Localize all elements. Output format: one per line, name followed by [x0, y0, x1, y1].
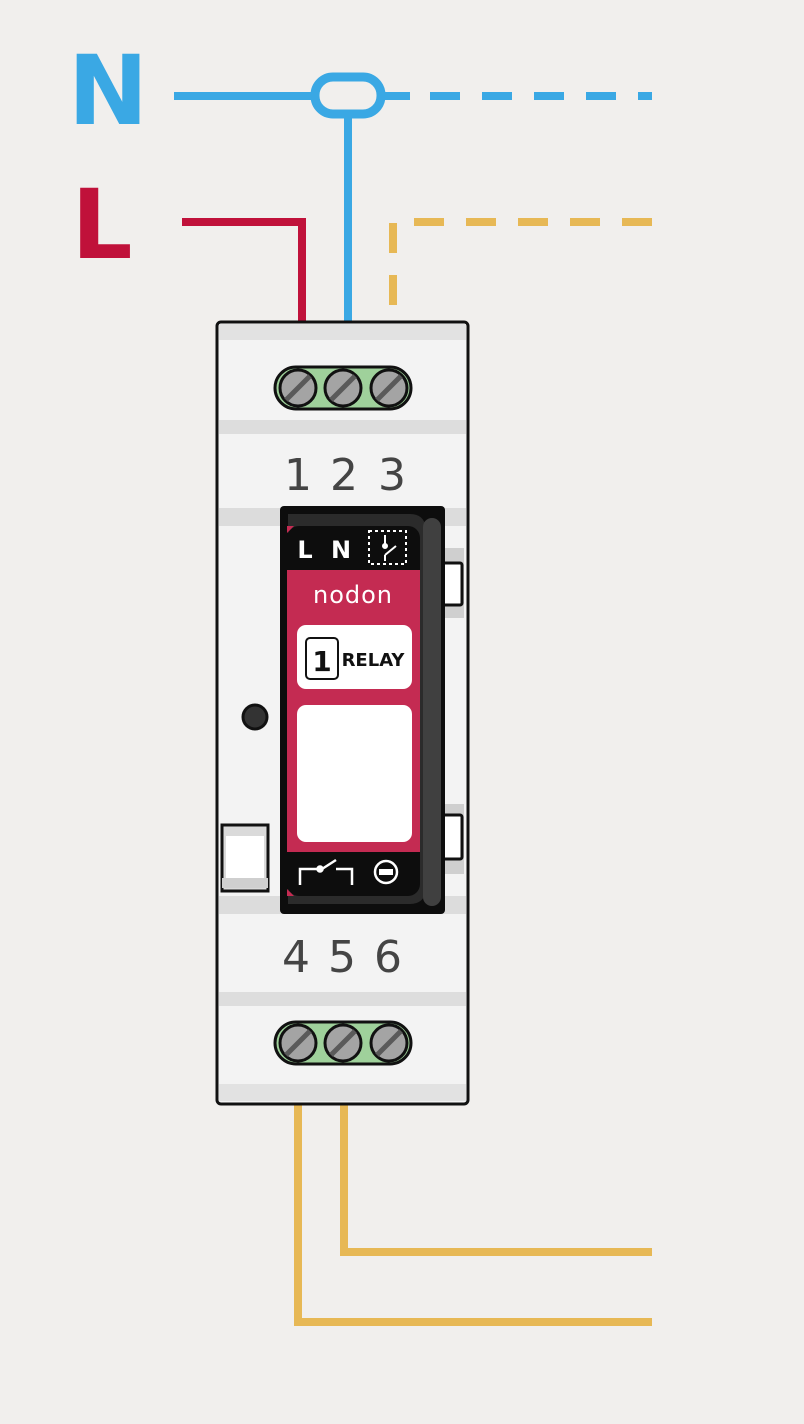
channel-number: 1	[312, 645, 331, 678]
neutral-label: N	[68, 35, 148, 147]
live-label: L	[71, 169, 132, 281]
terminal-number-1: 1	[284, 450, 312, 501]
terminal-screw-2	[323, 368, 363, 408]
terminal-screw-3	[369, 368, 409, 408]
terminal-number-5: 5	[328, 932, 356, 983]
terminal-number-2: 2	[330, 450, 358, 501]
terminal-number-3: 3	[378, 450, 406, 501]
terminal-screw-5	[323, 1023, 363, 1063]
terminal-screw-4	[278, 1023, 318, 1063]
wiring-diagram-svg: N L 1 2 3 L N nodon 1 RELAY 4 5 6	[68, 35, 652, 1326]
product-label: RELAY	[342, 650, 406, 671]
status-led	[241, 703, 269, 731]
terminal-screw-1	[278, 368, 318, 408]
terminal-number-6: 6	[374, 932, 402, 983]
panel-label-l: L	[297, 536, 312, 564]
brand-logo: nodon	[313, 581, 393, 609]
wire-junction	[310, 72, 386, 119]
bottom-terminal-block	[273, 1020, 413, 1066]
blank-label-area	[297, 705, 412, 842]
panel-label-n: N	[331, 536, 351, 564]
terminal-number-4: 4	[282, 932, 310, 983]
top-terminal-block	[273, 365, 413, 411]
neutral-wire	[174, 72, 652, 325]
live-wire	[182, 218, 306, 325]
switched-wire	[389, 218, 652, 325]
front-panel: L N nodon 1 RELAY	[280, 506, 445, 914]
terminal-screw-6	[369, 1023, 409, 1063]
wiring-diagram: N L 1 2 3 L N nodon 1 RELAY 4 5 6	[0, 0, 804, 1420]
load-wires	[294, 1100, 652, 1326]
